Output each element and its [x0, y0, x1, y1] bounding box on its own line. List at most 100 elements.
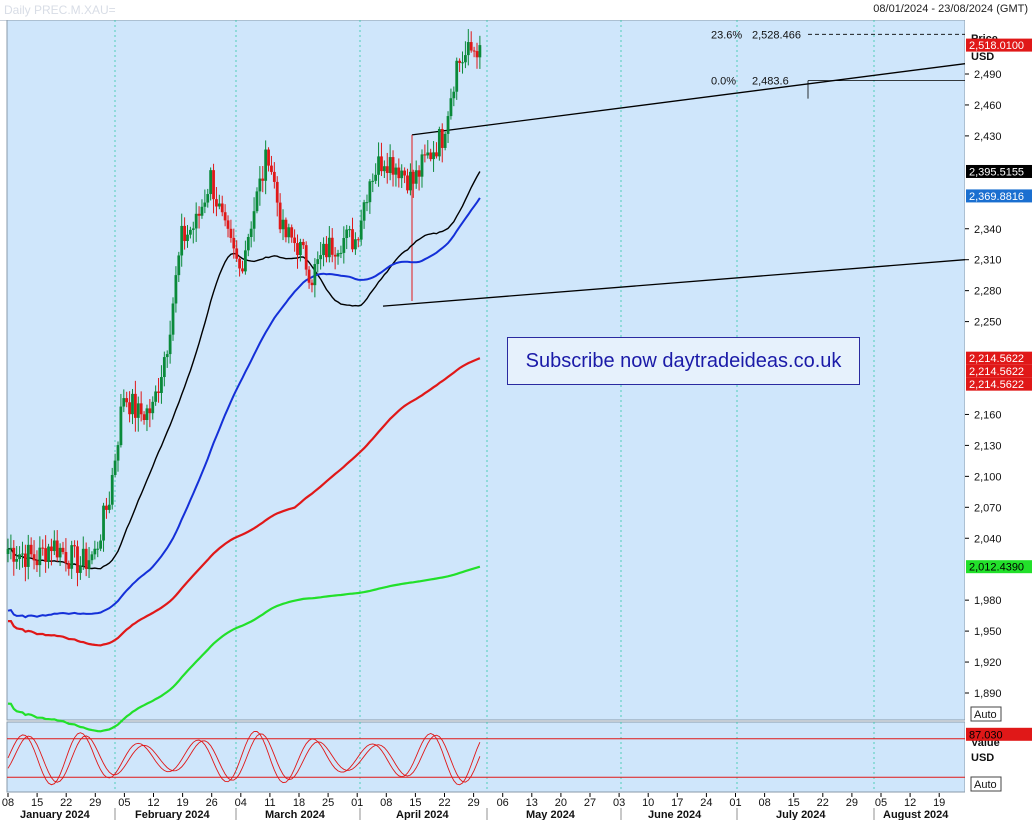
fib-pct-label: 0.0%	[711, 76, 736, 88]
candle-down	[64, 552, 68, 564]
price-tick-label: 2,310	[974, 255, 1002, 267]
candle-down	[67, 563, 71, 569]
candle-up	[255, 191, 259, 212]
candle-up	[113, 460, 117, 475]
price-tick-label: 2,430	[974, 131, 1002, 143]
candle-up	[316, 259, 320, 265]
candle-up	[319, 255, 323, 260]
date-tick-label: 12	[147, 797, 159, 809]
date-tick-label: 03	[613, 797, 625, 809]
candle-up	[258, 178, 262, 192]
candle-up	[264, 149, 268, 181]
candle-up	[426, 152, 430, 156]
candle-down	[469, 42, 473, 51]
candle-up	[217, 203, 221, 207]
candle-down	[272, 171, 276, 182]
date-tick-label: 18	[293, 797, 305, 809]
candle-down	[128, 402, 131, 415]
candle-up	[354, 239, 357, 250]
price-chart[interactable]: 23.6% 2,528.466 0.0% 2,483.6 2,490 2,460 2,43…	[0, 20, 1034, 820]
date-tick-label: 05	[118, 797, 130, 809]
candle-up	[70, 545, 74, 569]
osc-value-label: 87.030	[969, 729, 1003, 741]
candle-down	[12, 547, 16, 562]
candle-up	[191, 228, 195, 230]
candle-down	[356, 239, 360, 241]
date-tick-label: 20	[555, 797, 567, 809]
candle-down	[76, 546, 79, 573]
candle-up	[359, 220, 363, 240]
candle-down	[183, 225, 186, 242]
price-tag-label: 2,012.4390	[969, 562, 1024, 574]
candle-down	[333, 254, 337, 257]
candle-up	[409, 171, 412, 191]
candle-down	[296, 243, 299, 256]
price-tag-label: 2,369.8816	[969, 191, 1024, 203]
candle-up	[455, 60, 459, 92]
date-tick-label: 29	[467, 797, 479, 809]
candle-down	[229, 228, 233, 238]
candle-up	[93, 548, 97, 555]
candle-down	[429, 152, 433, 160]
date-tick-label: 04	[235, 797, 247, 809]
candle-up	[449, 98, 453, 117]
candle-up	[437, 129, 441, 157]
candle-down	[403, 170, 407, 176]
candle-down	[275, 181, 279, 203]
candle-up	[478, 45, 482, 58]
candle-down	[61, 547, 65, 553]
candle-up	[209, 170, 213, 195]
date-tick-label: 22	[438, 797, 450, 809]
date-range: 08/01/2024 - 23/08/2024 (GMT)	[873, 3, 1028, 15]
candle-down	[417, 170, 421, 177]
candle-down	[212, 170, 215, 200]
oscillator-plot-area	[6, 721, 966, 793]
date-tick-label: 29	[89, 797, 101, 809]
candle-down	[197, 213, 201, 216]
candle-up	[466, 42, 470, 56]
candle-down	[397, 167, 401, 179]
candle-down	[50, 546, 53, 552]
candle-up	[365, 202, 369, 204]
date-tick-label: 01	[351, 797, 363, 809]
price-axis-currency: USD	[971, 51, 994, 63]
date-tick-label: 08	[380, 797, 392, 809]
date-tick-label: 29	[846, 797, 858, 809]
candle-up	[165, 354, 169, 358]
date-tick-label: 19	[176, 797, 188, 809]
candle-up	[400, 170, 404, 179]
subscribe-banner[interactable]: Subscribe now daytradeideas.co.uk	[507, 337, 860, 385]
candle-down	[435, 152, 438, 157]
candle-up	[131, 393, 134, 415]
candle-up	[243, 250, 247, 272]
candle-down	[325, 243, 328, 258]
candle-down	[304, 245, 308, 270]
candle-up	[122, 398, 126, 407]
candle-up	[388, 157, 392, 174]
date-tick-label: 22	[60, 797, 72, 809]
osc-axis-currency: USD	[971, 752, 994, 764]
candle-down	[44, 548, 48, 562]
fib-value-label: 2,483.6	[752, 76, 789, 88]
candle-up	[327, 237, 331, 258]
candle-up	[368, 181, 372, 203]
price-tag-label: 2,395.5155	[969, 166, 1024, 178]
candle-down	[330, 237, 334, 255]
date-tick-label: 06	[497, 797, 509, 809]
candle-up	[136, 403, 140, 418]
price-tag-label: 2,518.0100	[969, 40, 1024, 52]
candle-up	[203, 202, 207, 207]
date-tick-label: 24	[700, 797, 712, 809]
candle-up	[87, 560, 91, 569]
candle-down	[290, 227, 294, 238]
candle-up	[21, 553, 24, 555]
candle-up	[342, 237, 346, 253]
candle-up	[47, 546, 50, 562]
candle-down	[270, 165, 273, 172]
osc-auto-label: Auto	[974, 779, 997, 791]
candle-up	[81, 548, 85, 566]
candle-up	[151, 401, 155, 414]
candle-down	[380, 156, 383, 172]
candle-down	[411, 171, 415, 184]
date-tick-label: 08	[758, 797, 770, 809]
